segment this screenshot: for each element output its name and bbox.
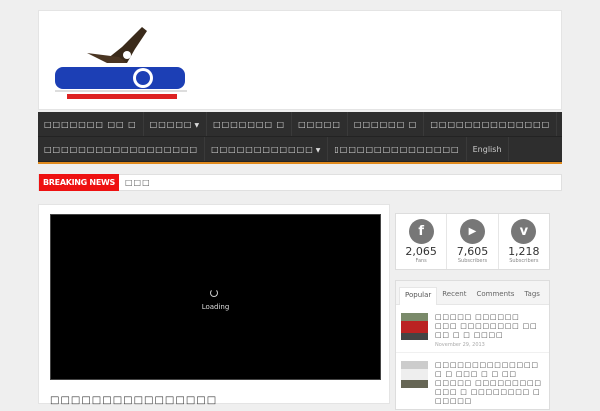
tabs-widget: Popular Recent Comments Tags □□□□□ □□□□□… bbox=[395, 280, 550, 411]
social-count: 1,218 bbox=[508, 245, 540, 258]
social-unit: Subscribers bbox=[509, 258, 539, 264]
nav-item[interactable]: □□□□□□□□□□□□ ▼ bbox=[205, 137, 329, 161]
post-title[interactable]: □□□□□□□□□□□□□□□□ bbox=[50, 395, 217, 406]
video-player[interactable]: Loading bbox=[50, 214, 381, 380]
social-vimeo[interactable]: v 1,218 Subscribers bbox=[499, 214, 549, 269]
nav-label: English bbox=[472, 145, 502, 154]
tab-recent[interactable]: Recent bbox=[437, 287, 471, 305]
nav-item[interactable]: □□□□□□□□□□□□□□□□□□ bbox=[38, 137, 206, 161]
youtube-icon: ▶ bbox=[459, 219, 485, 244]
nav-item[interactable]: □□□□□ bbox=[292, 112, 348, 136]
social-facebook[interactable]: f 2,065 Fans bbox=[396, 214, 448, 269]
breaking-news-label: BREAKING NEWS bbox=[39, 174, 119, 191]
post-link[interactable]: □□□□□ □□□□□□ □□□ □□□□□□□□ □□ □□ □ □ □□□□ bbox=[435, 313, 544, 340]
list-item[interactable]: □□□□□ □□□□□□ □□□ □□□□□□□□ □□ □□ □ □ □□□□… bbox=[396, 305, 549, 353]
nav-item[interactable]: □□□□□□ □ bbox=[348, 112, 425, 136]
breaking-news-bar: BREAKING NEWS □□□ bbox=[38, 174, 562, 191]
vimeo-icon: v bbox=[511, 219, 537, 244]
nav-label: □□□□□□□ □□ □ bbox=[44, 120, 137, 129]
nav-label: □□□□□□ □ bbox=[353, 120, 418, 129]
nav-label: □□□□□ bbox=[149, 120, 193, 129]
list-item[interactable]: □□□□□□□□□□□□□□ □ □ □□□ □ □ □□ □□□□□ □□□□… bbox=[396, 353, 549, 411]
tab-popular[interactable]: Popular bbox=[399, 287, 438, 305]
loading-text: Loading bbox=[201, 303, 230, 311]
main-nav: □□□□□□□ □□ □ □□□□□ ▼ □□□□□□□ □ □□□□□ □□□□… bbox=[38, 112, 562, 164]
nav-label: □□□□□ bbox=[298, 120, 341, 129]
tab-tags[interactable]: Tags bbox=[519, 287, 545, 305]
caret-down-icon: ▼ bbox=[315, 147, 322, 154]
facebook-icon: f bbox=[408, 219, 434, 244]
social-count: 7,605 bbox=[456, 245, 489, 258]
nav-label: □□□□□□□ □ bbox=[213, 120, 286, 129]
caret-down-icon: ▼ bbox=[194, 122, 201, 129]
nav-item[interactable]: □□□□□□□□□□□□□□ bbox=[424, 112, 558, 136]
nav-item-english[interactable]: English bbox=[467, 137, 509, 161]
nav-label: □□□□□□□□□□□□□□ bbox=[430, 120, 551, 129]
social-unit: Subscribers bbox=[457, 258, 488, 264]
post-link[interactable]: □□□□□□□□□□□□□□ □ □ □□□ □ □ □□ □□□□□ □□□□… bbox=[435, 361, 544, 406]
post-thumbnail[interactable] bbox=[401, 313, 428, 340]
site-logo[interactable] bbox=[47, 19, 197, 105]
social-youtube[interactable]: ▶ 7,605 Subscribers bbox=[447, 214, 499, 269]
post-thumbnail[interactable] bbox=[401, 361, 428, 388]
main-content: Loading □□□□□□□□□□□□□□□□ bbox=[38, 204, 390, 406]
loading-spinner-icon bbox=[210, 289, 218, 297]
post-date: November 29, 2013 bbox=[435, 342, 485, 348]
nav-label: □□□□□□□□□□□□ bbox=[211, 145, 314, 154]
nav-item[interactable]: □□□□□□□ □□ □ bbox=[38, 112, 144, 136]
nav-item[interactable]: ▯□□□□□□□□□□□□□□ bbox=[328, 137, 467, 161]
nav-label: □□□□□□□□□□□□□□□□□□ bbox=[44, 145, 199, 154]
nav-item[interactable]: □□□□□□□ □ bbox=[207, 112, 293, 136]
social-counter: f 2,065 Fans ▶ 7,605 Subscribers v 1,218… bbox=[395, 213, 550, 270]
nav-label: ▯□□□□□□□□□□□□□□ bbox=[334, 145, 460, 154]
social-count: 2,065 bbox=[405, 245, 437, 258]
breaking-news-item[interactable]: □□□ bbox=[125, 178, 151, 187]
site-header bbox=[38, 10, 562, 110]
social-unit: Fans bbox=[415, 258, 427, 264]
nav-item[interactable]: □□□□□ ▼ bbox=[144, 112, 208, 136]
tab-comments[interactable]: Comments bbox=[471, 287, 519, 305]
